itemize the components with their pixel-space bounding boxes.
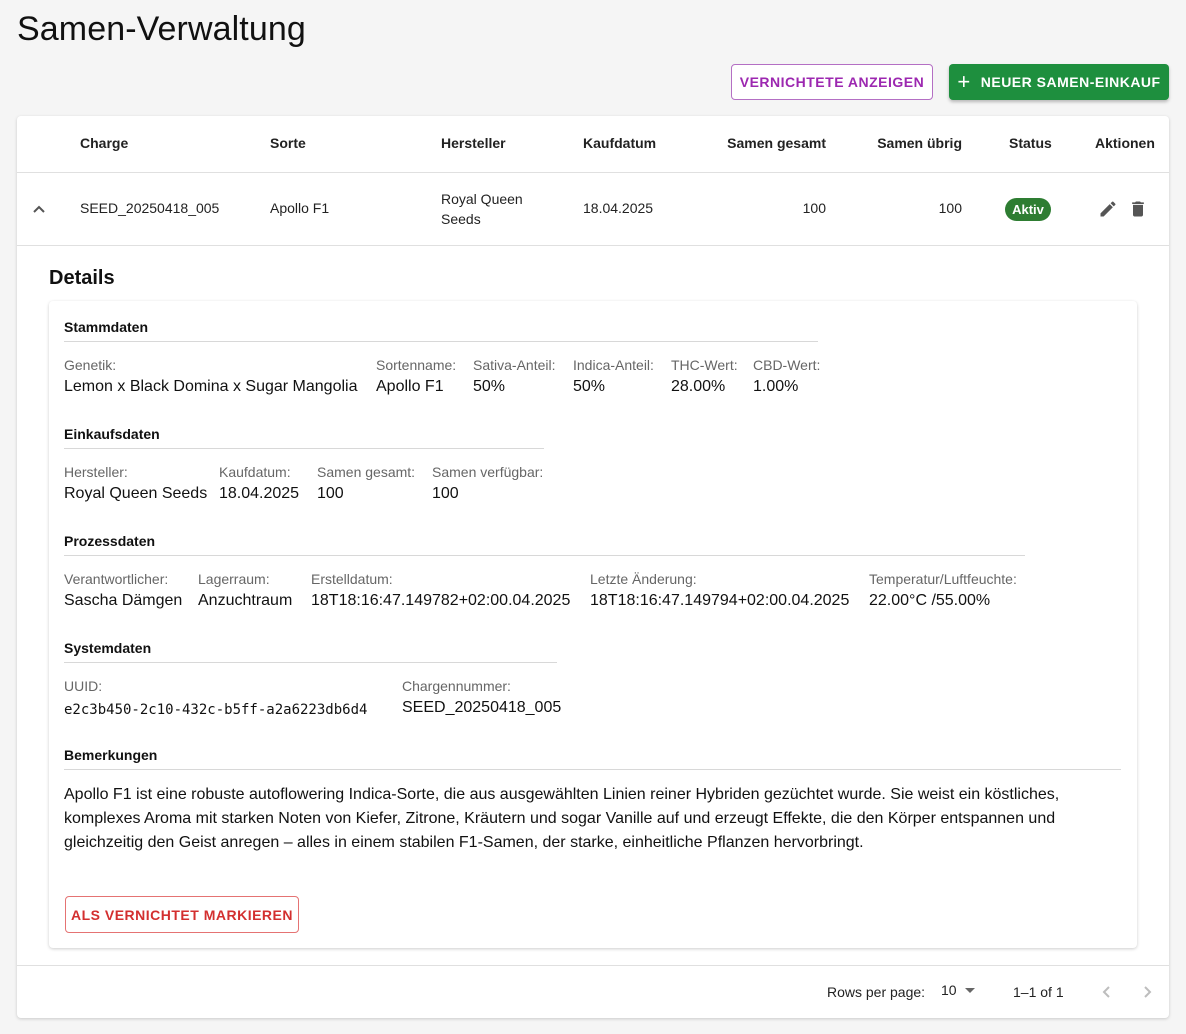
field-chargennummer: Chargennummer: SEED_20250418_005 [402,678,562,716]
field-lagerraum: Lagerraum: Anzuchtraum [198,571,293,609]
rows-per-page-select[interactable]: 10 [941,982,975,998]
show-destroyed-button[interactable]: Vernichtete anzeigen [731,64,933,100]
field-kaufdatum: Kaufdatum: 18.04.2025 [219,464,300,502]
cell-samen-uebrig: 100 [938,200,962,216]
header-status[interactable]: Status [1009,135,1052,151]
cell-hersteller-line2: Seeds [441,211,481,227]
field-verantwortlicher: Verantwortlicher: Sascha Dämgen [64,571,183,609]
details-title: Details [49,267,115,289]
status-badge: Aktiv [1005,198,1051,221]
pagination-range: 1–1 of 1 [1013,984,1064,1000]
section-stammdaten: Stammdaten [64,319,818,342]
remarks-text: Apollo F1 ist eine robuste autoflowering… [64,786,1060,851]
cell-hersteller: Royal Queen Seeds [441,189,523,229]
table-header: Charge Sorte Hersteller Kaufdatum Samen … [17,116,1169,173]
seed-table-card: Charge Sorte Hersteller Kaufdatum Samen … [17,116,1169,1018]
field-sortenname: Sortenname: Apollo F1 [376,357,457,395]
section-einkaufsdaten: Einkaufsdaten [64,426,544,449]
plus-icon: + [957,69,971,94]
cell-kaufdatum: 18.04.2025 [583,200,654,216]
chevron-right-icon[interactable] [1138,983,1156,1001]
field-samen-verfuegbar: Samen verfügbar: 100 [432,464,544,502]
header-aktionen: Aktionen [1095,135,1155,151]
field-cbd: CBD-Wert: 1.00% [753,357,821,395]
field-genetik: Genetik: Lemon x Black Domina x Sugar Ma… [64,357,358,395]
chevron-up-icon[interactable] [31,201,47,217]
field-temperatur-luftfeuchte: Temperatur/Luftfeuchte: 22.00°C /55.00% [869,571,1017,609]
header-samen-uebrig[interactable]: Samen übrig [862,135,962,151]
mark-destroyed-button[interactable]: Als vernichtet markieren [65,896,299,933]
rows-per-page-value: 10 [941,982,957,998]
section-systemdaten: Systemdaten [64,640,557,663]
section-bemerkungen: Bemerkungen [64,747,1121,770]
new-seed-purchase-label: Neuer Samen-Einkauf [980,74,1161,90]
cell-charge: SEED_20250418_005 [80,200,220,216]
field-sativa: Sativa-Anteil: 50% [473,357,556,395]
new-seed-purchase-button[interactable]: + Neuer Samen-Einkauf [949,64,1169,100]
field-samen-gesamt: Samen gesamt: 100 [317,464,416,502]
field-thc: THC-Wert: 28.00% [671,357,738,395]
header-charge[interactable]: Charge [80,135,128,151]
rows-per-page-label: Rows per page: [827,984,926,1000]
field-indica: Indica-Anteil: 50% [573,357,654,395]
cell-samen-gesamt: 100 [802,200,826,216]
details-card: Stammdaten Genetik: Lemon x Black Domina… [49,301,1137,948]
field-hersteller: Hersteller: Royal Queen Seeds [64,464,208,502]
cell-sorte: Apollo F1 [270,200,330,216]
pencil-icon[interactable] [1098,199,1118,219]
header-sorte[interactable]: Sorte [270,135,306,151]
field-erstelldatum: Erstelldatum: 18T18:16:47.149782+02:00.0… [311,571,571,609]
table-pagination: Rows per page: 10 1–1 of 1 [17,965,1169,1018]
header-samen-gesamt[interactable]: Samen gesamt [717,135,826,151]
field-uuid: UUID: e2c3b450-2c10-432c-b5ff-a2a6223db6… [64,678,368,718]
chevron-left-icon[interactable] [1098,983,1116,1001]
header-hersteller[interactable]: Hersteller [441,135,506,151]
page-title: Samen-Verwaltung [17,10,306,48]
header-kaufdatum[interactable]: Kaufdatum [583,135,656,151]
caret-down-icon [964,987,975,993]
section-prozessdaten: Prozessdaten [64,533,1025,556]
trash-icon[interactable] [1128,199,1148,219]
cell-hersteller-line1: Royal Queen [441,191,523,207]
field-letzte-aenderung: Letzte Änderung: 18T18:16:47.149794+02:0… [590,571,850,609]
table-row[interactable]: SEED_20250418_005 Apollo F1 Royal Queen … [17,173,1169,246]
